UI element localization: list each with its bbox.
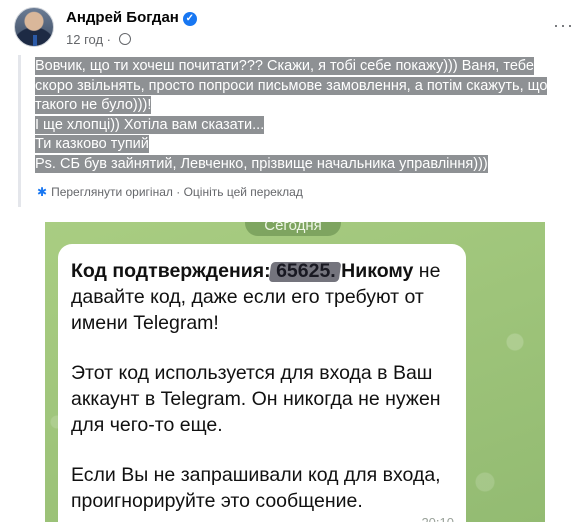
translation-bar: ✱ Переглянути оригінал · Оцініть цей пере… [37,185,303,199]
post-text-line: скоро звільнять, просто попроси письмове… [35,76,548,95]
message-time: 20:10 [421,510,454,522]
message-paragraph-2: Этот код используется для входа в Ваш ак… [71,362,441,436]
post-text-line: Ти казково тупий [35,135,149,154]
post-header: Андрей Богдан ✓ 12 год · ··· [14,7,588,53]
more-options-icon[interactable]: ··· [553,15,574,36]
message-bubble: Код подтверждения: 65625. Никому не дава… [58,244,466,522]
avatar[interactable] [14,7,54,47]
post-text: Вовчик, що ти хочеш почитати??? Скажи, я… [35,55,584,175]
warning-bold: Никому [335,260,414,282]
code-value: 65625. [276,260,336,282]
post-body: Вовчик, що ти хочеш почитати??? Скажи, я… [18,55,584,207]
author-name[interactable]: Андрей Богдан ✓ [66,9,197,26]
post-text-line: І ще хлопці)) Хотіла вам сказати... [35,115,265,134]
see-original-link[interactable]: Переглянути оригінал [51,185,173,199]
verified-badge-icon: ✓ [182,12,197,26]
code-label: Код подтверждения: [71,260,271,282]
post-time[interactable]: 12 год [66,32,103,47]
date-pill: Сегодня [245,222,341,236]
author-name-text[interactable]: Андрей Богдан [66,9,179,26]
rate-translation-link[interactable]: Оцініть цей переклад [184,185,303,199]
message-paragraph-1: Код подтверждения: 65625. Никому не дава… [71,258,454,336]
post-meta: 12 год · [66,32,131,47]
post-text-line: Ps. СБ був зайнятий, Левченко, прізвище … [35,154,488,173]
attached-photo[interactable]: Сегодня Код подтверждения: 65625. Никому… [45,222,545,522]
translate-gear-icon[interactable]: ✱ [37,185,47,199]
separator: · [176,185,181,199]
post-text-line: Вовчик, що ти хочеш почитати??? Скажи, я… [35,57,534,75]
message-paragraph-3: Если Вы не запрашивали код для входа, пр… [71,464,441,512]
globe-icon [118,33,131,45]
post-text-line: такого не було)))! [35,96,152,115]
